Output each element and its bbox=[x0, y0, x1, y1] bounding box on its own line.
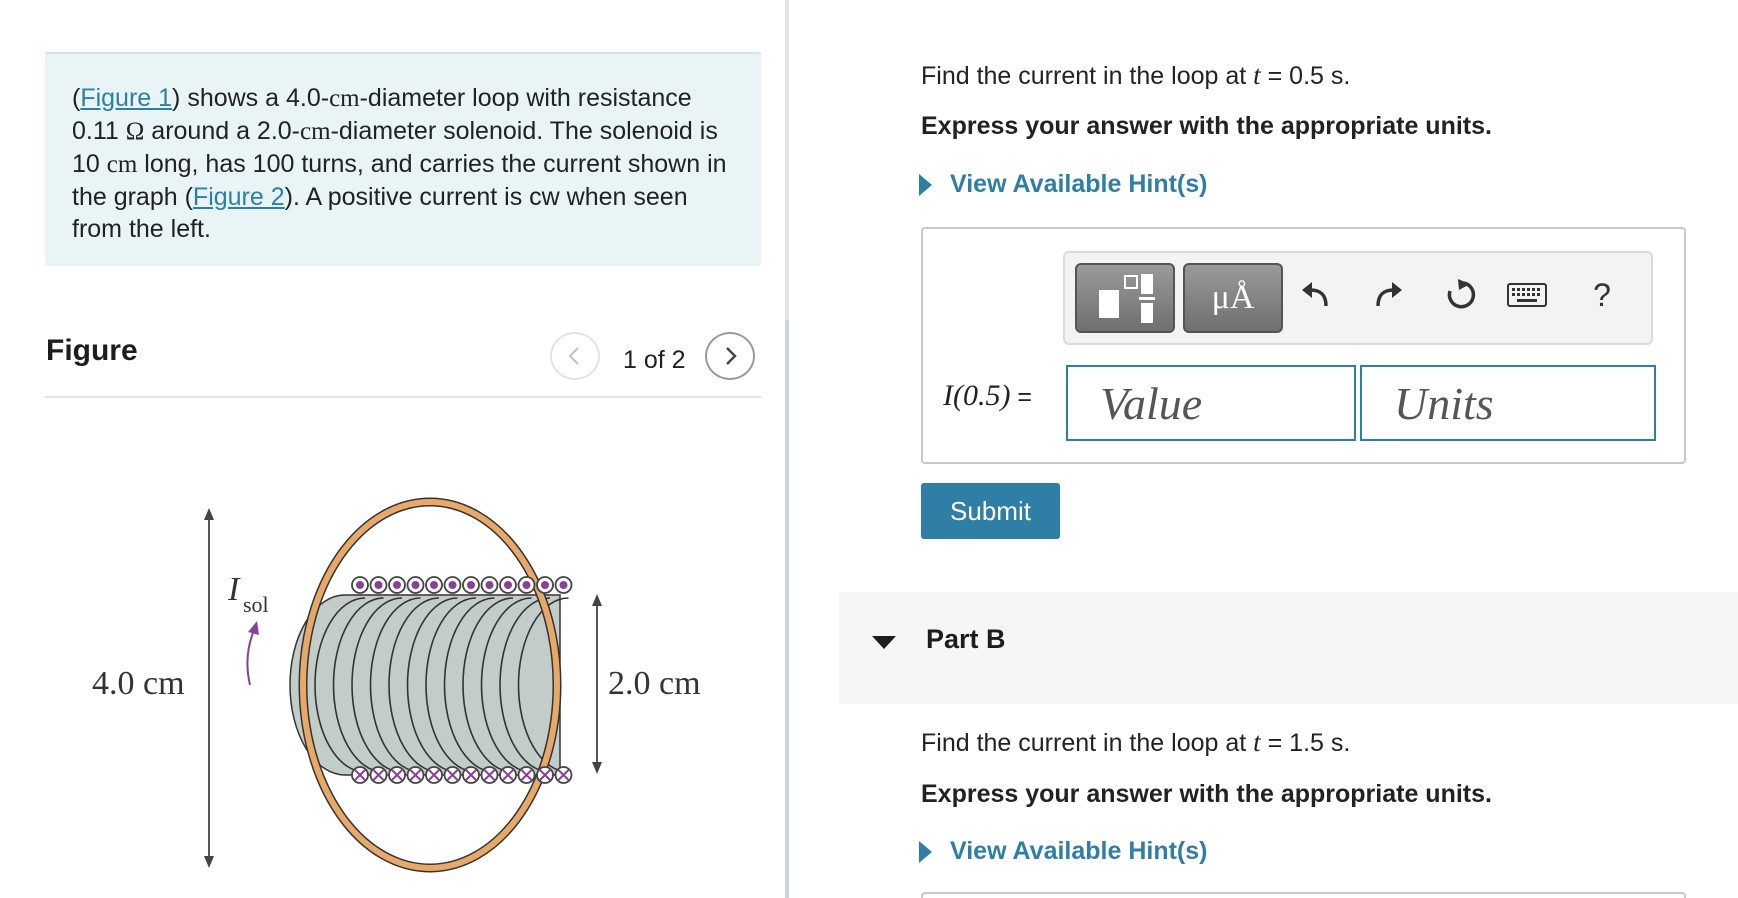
variable-t: t bbox=[1253, 60, 1261, 90]
current-out-dot bbox=[448, 581, 457, 589]
current-out-dot bbox=[485, 581, 494, 589]
figure-header: Figure 1 of 2 bbox=[45, 328, 761, 398]
help-icon[interactable]: ? bbox=[1580, 273, 1624, 317]
part-a-instruction: Express your answer with the appropriate… bbox=[921, 112, 1492, 140]
figure-2-link[interactable]: Figure 2 bbox=[193, 183, 285, 211]
part-b-question: Find the current in the loop at t = 1.5 … bbox=[921, 727, 1350, 758]
question-text: = 1.5 s. bbox=[1260, 729, 1351, 757]
hint-label: View Available Hint(s) bbox=[950, 170, 1208, 198]
current-symbol: I bbox=[227, 571, 241, 608]
part-a-hint-link[interactable]: View Available Hint(s) bbox=[919, 170, 1207, 199]
current-out-dot bbox=[411, 581, 420, 589]
undo-icon[interactable] bbox=[1293, 273, 1337, 317]
loop-diameter-label: 4.0 cm bbox=[92, 665, 185, 702]
answer-function: I(0.5) bbox=[943, 379, 1011, 412]
solenoid-diameter-arrow bbox=[592, 594, 602, 774]
current-direction-arrow bbox=[246, 621, 259, 686]
right-pane: Find the current in the loop at t = 0.5 … bbox=[789, 0, 1738, 898]
answer-equals: = bbox=[1010, 383, 1033, 411]
current-out-dot bbox=[541, 581, 549, 589]
fraction-template-icon bbox=[1099, 274, 1155, 323]
part-a-question: Find the current in the loop at t = 0.5 … bbox=[921, 60, 1350, 91]
problem-statement: (Figure 1) shows a 4.0-cm-diameter loop … bbox=[45, 52, 761, 266]
answer-label: I(0.5) = bbox=[943, 379, 1032, 413]
hint-label: View Available Hint(s) bbox=[950, 837, 1208, 865]
submit-button[interactable]: Submit bbox=[921, 483, 1060, 539]
current-out-dot bbox=[393, 581, 401, 589]
value-input[interactable] bbox=[1066, 365, 1356, 441]
previous-figure-button[interactable] bbox=[550, 332, 600, 380]
figure-1-link[interactable]: Figure 1 bbox=[80, 84, 172, 112]
keyboard-icon[interactable] bbox=[1505, 273, 1549, 317]
answer-box: μÅ ? I(0.5) = bbox=[921, 227, 1686, 464]
next-figure-button[interactable] bbox=[705, 332, 755, 380]
loop-solenoid-figure: 4.0 cm I sol 2.0 cm bbox=[92, 497, 701, 873]
wire-out-of-page-row bbox=[351, 576, 573, 594]
variable-t: t bbox=[1253, 727, 1261, 757]
problem-text: ) shows a 4.0- bbox=[172, 84, 330, 112]
part-b-answer-box bbox=[921, 892, 1686, 898]
solenoid-body bbox=[289, 594, 569, 776]
chevron-right-icon bbox=[726, 347, 737, 365]
figure-title: Figure bbox=[46, 334, 138, 367]
redo-icon[interactable] bbox=[1367, 273, 1411, 317]
loop-diameter-arrow bbox=[204, 508, 214, 868]
question-text: Find the current in the loop at bbox=[921, 62, 1254, 90]
caret-right-icon bbox=[919, 840, 932, 863]
chevron-left-icon bbox=[568, 347, 579, 365]
current-out-dot bbox=[356, 581, 364, 589]
unit-cm: cm bbox=[300, 118, 331, 145]
math-toolbar: μÅ ? bbox=[1063, 251, 1653, 345]
units-input[interactable] bbox=[1360, 365, 1656, 441]
figure-counter: 1 of 2 bbox=[623, 346, 686, 374]
current-out-dot bbox=[430, 581, 438, 589]
current-out-dot bbox=[504, 581, 512, 589]
question-text: = 0.5 s. bbox=[1260, 62, 1351, 90]
caret-right-icon bbox=[919, 173, 932, 196]
reset-icon[interactable] bbox=[1438, 273, 1482, 317]
current-out-dot bbox=[374, 581, 383, 589]
part-b-title: Part B bbox=[926, 624, 1006, 654]
unit-cm: cm bbox=[329, 85, 360, 112]
current-subscript: sol bbox=[243, 592, 269, 617]
part-b-header[interactable]: Part B bbox=[839, 592, 1738, 704]
part-b-hint-link[interactable]: View Available Hint(s) bbox=[919, 837, 1207, 866]
left-pane: (Figure 1) shows a 4.0-cm-diameter loop … bbox=[0, 0, 785, 898]
solenoid-diameter-label: 2.0 cm bbox=[608, 665, 701, 702]
question-text: Find the current in the loop at bbox=[921, 729, 1254, 757]
current-out-dot bbox=[522, 581, 531, 589]
units-button[interactable]: μÅ bbox=[1183, 263, 1283, 333]
unit-ohm: Ω bbox=[125, 118, 145, 145]
caret-down-icon[interactable] bbox=[872, 636, 896, 649]
unit-cm: cm bbox=[106, 151, 138, 178]
current-out-dot bbox=[467, 581, 475, 589]
templates-button[interactable] bbox=[1075, 263, 1175, 333]
part-b-instruction: Express your answer with the appropriate… bbox=[921, 780, 1492, 808]
units-tool-label: μÅ bbox=[1211, 279, 1255, 316]
current-out-dot bbox=[559, 581, 568, 589]
problem-text: around a 2.0- bbox=[144, 117, 301, 145]
